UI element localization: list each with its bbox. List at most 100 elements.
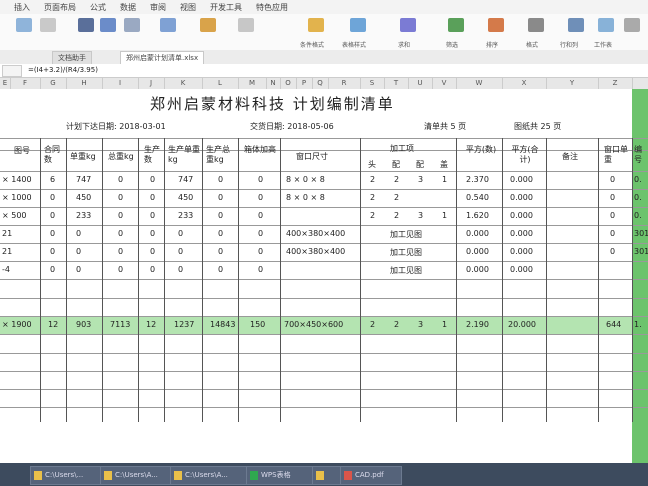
table-cell[interactable]: 加工见图	[390, 265, 422, 276]
table-cell[interactable]: 0	[118, 193, 123, 202]
table-cell[interactable]: 0	[258, 229, 263, 238]
number-format-icon[interactable]	[200, 18, 216, 32]
table-cell[interactable]: 21	[2, 229, 12, 238]
total-cell[interactable]: × 1900	[2, 320, 32, 329]
table-cell[interactable]: 1	[442, 175, 447, 184]
total-cell[interactable]: 12	[48, 320, 58, 329]
table-cell[interactable]: 0	[50, 247, 55, 256]
table-cell[interactable]: 3	[418, 211, 423, 220]
table-cell[interactable]: 0.000	[510, 175, 533, 184]
table-cell[interactable]: 0.	[634, 211, 642, 220]
table-cell[interactable]: 0.000	[510, 193, 533, 202]
table-cell[interactable]: 6	[50, 175, 55, 184]
table-cell[interactable]: 0	[76, 247, 81, 256]
table-cell[interactable]: 400×380×400	[286, 229, 345, 238]
column-header-n[interactable]: N	[266, 78, 281, 89]
column-header-u[interactable]: U	[408, 78, 433, 89]
total-cell[interactable]: 12	[146, 320, 156, 329]
column-header-v[interactable]: V	[432, 78, 457, 89]
table-cell[interactable]: 0	[218, 247, 223, 256]
table-cell[interactable]: 加工见图	[390, 229, 422, 240]
column-header-x[interactable]: X	[502, 78, 547, 89]
spreadsheet-grid[interactable]: 郑州启蒙材料科技 计划编制清单 计划下达日期: 2018-03-01 交货日期:…	[0, 89, 648, 463]
table-cell[interactable]: 0	[258, 247, 263, 256]
wrap-icon[interactable]	[160, 18, 176, 32]
table-cell[interactable]: 233	[178, 211, 193, 220]
bold-icon[interactable]	[78, 18, 94, 32]
table-cell[interactable]: 747	[178, 175, 193, 184]
percent-icon[interactable]	[238, 18, 254, 32]
table-cell[interactable]: 8 × 0 × 8	[286, 175, 325, 184]
table-cell[interactable]: 0	[610, 247, 615, 256]
column-header-w[interactable]: W	[456, 78, 503, 89]
total-cell[interactable]: 14843	[210, 320, 235, 329]
font-icon[interactable]	[16, 18, 32, 32]
table-cell[interactable]: 400×380×400	[286, 247, 345, 256]
total-cell[interactable]: 150	[250, 320, 265, 329]
table-cell[interactable]: 0	[76, 229, 81, 238]
table-cell[interactable]: × 1400	[2, 175, 32, 184]
total-cell[interactable]: 7113	[110, 320, 130, 329]
row-col-icon[interactable]	[568, 18, 584, 32]
table-cell[interactable]: 2	[394, 211, 399, 220]
total-cell[interactable]: 644	[606, 320, 621, 329]
column-header-s[interactable]: S	[360, 78, 385, 89]
table-cell[interactable]: 3017	[634, 229, 648, 238]
total-cell[interactable]: 700×450×600	[284, 320, 343, 329]
table-cell[interactable]: 0	[218, 193, 223, 202]
table-cell[interactable]: 0.000	[466, 247, 489, 256]
table-cell[interactable]: 0	[178, 247, 183, 256]
table-cell[interactable]: × 1000	[2, 193, 32, 202]
menu-review[interactable]: 审阅	[150, 2, 166, 13]
table-cell[interactable]: 0	[610, 175, 615, 184]
column-header-p[interactable]: P	[296, 78, 313, 89]
format-icon[interactable]	[528, 18, 544, 32]
tab-workbook[interactable]: 郑州启蒙计划清单.xlsx	[120, 51, 205, 65]
worksheet-icon[interactable]	[598, 18, 614, 32]
taskbar-explorer-3[interactable]: C:\Users\A...	[170, 466, 252, 485]
column-header-q[interactable]: Q	[312, 78, 329, 89]
column-header-y[interactable]: Y	[546, 78, 599, 89]
table-cell[interactable]: 加工见图	[390, 247, 422, 258]
table-cell[interactable]: 0	[150, 229, 155, 238]
menu-view[interactable]: 视图	[180, 2, 196, 13]
table-cell[interactable]: 747	[76, 175, 91, 184]
column-header-t[interactable]: T	[384, 78, 409, 89]
column-header-l[interactable]: L	[202, 78, 239, 89]
table-cell[interactable]: 2	[370, 193, 375, 202]
table-cell[interactable]: 21	[2, 247, 12, 256]
total-cell[interactable]: 2	[394, 320, 399, 329]
table-cell[interactable]: 0	[258, 193, 263, 202]
total-cell[interactable]: 3	[418, 320, 423, 329]
table-cell[interactable]: 0.000	[466, 265, 489, 274]
column-header-k[interactable]: K	[164, 78, 203, 89]
table-cell[interactable]: 0	[150, 193, 155, 202]
table-cell[interactable]: 0	[118, 265, 123, 274]
table-cell[interactable]: 0.000	[466, 229, 489, 238]
table-cell[interactable]: 0	[150, 247, 155, 256]
table-cell[interactable]: -4	[2, 265, 10, 274]
table-cell[interactable]: 0	[258, 211, 263, 220]
table-cell[interactable]: 0	[258, 175, 263, 184]
table-cell[interactable]: 1.620	[466, 211, 489, 220]
table-cell[interactable]: 2	[394, 175, 399, 184]
table-cell[interactable]: 2.370	[466, 175, 489, 184]
table-cell[interactable]: 0.000	[510, 247, 533, 256]
table-cell[interactable]: 0	[118, 229, 123, 238]
table-cell[interactable]: 0.	[634, 193, 642, 202]
table-cell[interactable]: 3017	[634, 247, 648, 256]
sum-icon[interactable]	[400, 18, 416, 32]
table-cell[interactable]: 0	[610, 193, 615, 202]
filter-icon[interactable]	[448, 18, 464, 32]
menu-developer[interactable]: 开发工具	[210, 2, 242, 13]
table-cell[interactable]: 0	[118, 211, 123, 220]
total-cell[interactable]: 2	[370, 320, 375, 329]
table-cell[interactable]: 0	[50, 193, 55, 202]
formula-input[interactable]: =(I4+3.2)/(R4/3.95)	[28, 65, 98, 76]
taskbar-pdf[interactable]: CAD.pdf	[340, 466, 402, 485]
table-cell[interactable]: 0	[258, 265, 263, 274]
table-cell[interactable]: 0.	[634, 175, 642, 184]
table-cell[interactable]: 0	[118, 175, 123, 184]
table-cell[interactable]: 2	[370, 175, 375, 184]
table-cell[interactable]: 0	[178, 229, 183, 238]
